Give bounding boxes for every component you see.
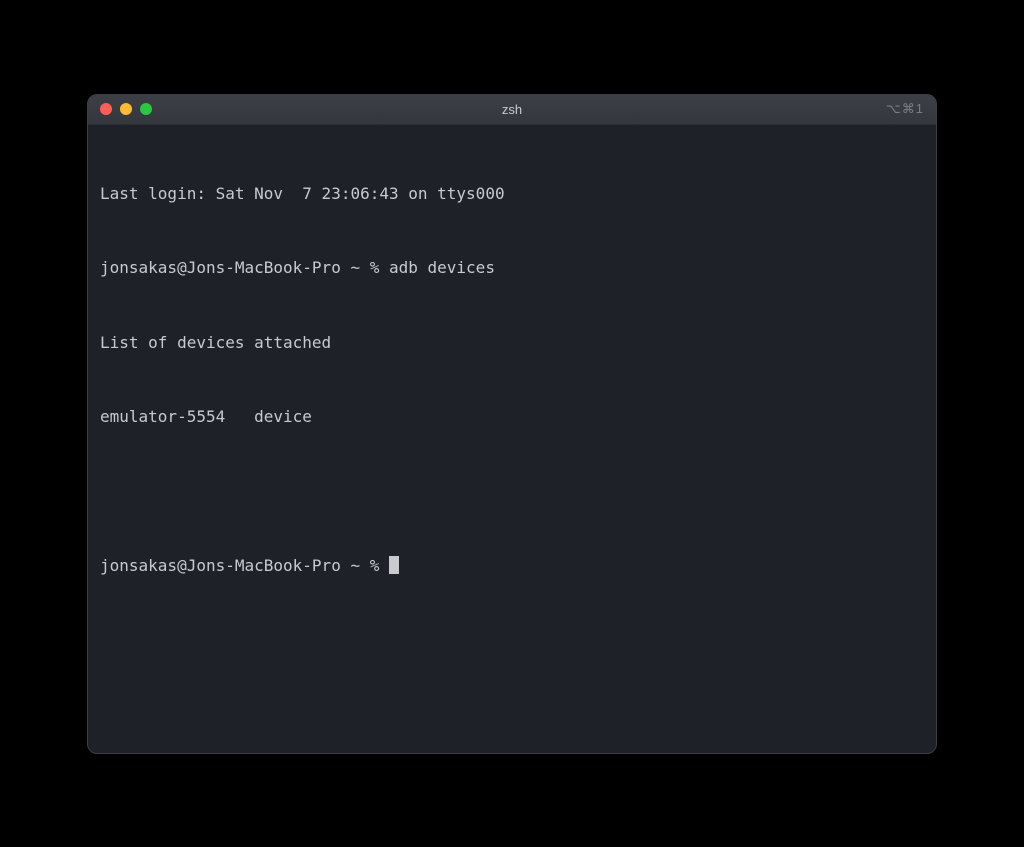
output-device-row: emulator-5554 device [100, 405, 924, 430]
minimize-button[interactable] [120, 103, 132, 115]
terminal-body[interactable]: Last login: Sat Nov 7 23:06:43 on ttys00… [88, 125, 936, 753]
shell-prompt: jonsakas@Jons-MacBook-Pro ~ % [100, 258, 389, 277]
terminal-window: zsh ⌥⌘1 Last login: Sat Nov 7 23:06:43 o… [87, 94, 937, 754]
command-line-1: jonsakas@Jons-MacBook-Pro ~ % adb device… [100, 256, 924, 281]
tab-shortcut-indicator: ⌥⌘1 [886, 101, 924, 117]
command-line-2: jonsakas@Jons-MacBook-Pro ~ % [100, 554, 924, 579]
typed-command: adb devices [389, 258, 495, 277]
window-title: zsh [502, 102, 522, 117]
titlebar[interactable]: zsh ⌥⌘1 [88, 95, 936, 125]
close-button[interactable] [100, 103, 112, 115]
traffic-lights [100, 103, 152, 115]
last-login-line: Last login: Sat Nov 7 23:06:43 on ttys00… [100, 182, 924, 207]
shell-prompt: jonsakas@Jons-MacBook-Pro ~ % [100, 556, 389, 575]
cursor-icon [389, 556, 399, 574]
blank-line [100, 480, 924, 505]
maximize-button[interactable] [140, 103, 152, 115]
output-header: List of devices attached [100, 331, 924, 356]
